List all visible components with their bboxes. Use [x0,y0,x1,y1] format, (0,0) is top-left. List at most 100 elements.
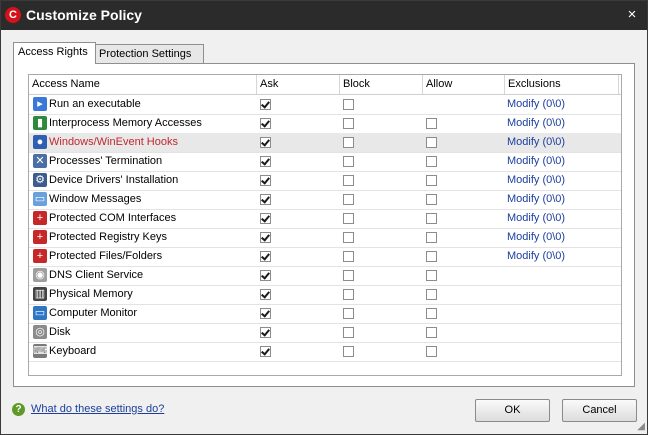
physical-memory-icon: ▥ [33,287,47,301]
access-name-label: Disk [49,326,71,338]
table-row[interactable]: + Protected COM Interfaces Modify (0\0) [29,209,621,229]
access-name-label: Protected Registry Keys [49,231,167,243]
table-row[interactable]: ● Windows/WinEvent Hooks Modify (0\0) [29,133,621,153]
block-checkbox[interactable] [343,232,354,243]
table-row[interactable]: ◎ Disk [29,323,621,343]
block-checkbox[interactable] [343,251,354,262]
title-bar[interactable]: C Customize Policy × [1,1,647,30]
customize-policy-window: C Customize Policy × Access Rights Prote… [0,0,648,435]
ask-checkbox[interactable] [260,270,271,281]
exclusions-modify-link[interactable]: Modify (0\0) [507,152,565,171]
allow-checkbox[interactable] [426,232,437,243]
block-checkbox[interactable] [343,194,354,205]
block-checkbox[interactable] [343,308,354,319]
allow-checkbox[interactable] [426,137,437,148]
block-checkbox[interactable] [343,99,354,110]
ask-checkbox[interactable] [260,289,271,300]
exclusions-modify-link[interactable]: Modify (0\0) [507,209,565,228]
block-checkbox[interactable] [343,289,354,300]
block-checkbox[interactable] [343,118,354,129]
allow-checkbox[interactable] [426,289,437,300]
ask-checkbox[interactable] [260,194,271,205]
allow-checkbox[interactable] [426,346,437,357]
column-header-access-name[interactable]: Access Name [29,75,257,94]
keyboard-icon: ⌨ [33,344,49,358]
exclusions-modify-link[interactable]: Modify (0\0) [507,171,565,190]
comodo-logo-icon: C [5,7,21,23]
ok-button[interactable]: OK [475,399,550,422]
tab-access-rights[interactable]: Access Rights [13,42,96,64]
table-row[interactable]: ⚙ Device Drivers' Installation Modify (0\0… [29,171,621,191]
allow-checkbox[interactable] [426,327,437,338]
exclusions-modify-link[interactable]: Modify (0\0) [507,228,565,247]
allow-checkbox[interactable] [426,213,437,224]
device-driver-icon: ⚙ [33,173,47,187]
exclusions-modify-link[interactable]: Modify (0\0) [507,247,565,266]
block-checkbox[interactable] [343,175,354,186]
ask-checkbox[interactable] [260,137,271,148]
ask-checkbox[interactable] [260,99,271,110]
ask-checkbox[interactable] [260,308,271,319]
column-header-block[interactable]: Block [340,75,423,94]
resize-grip-icon[interactable]: ◢ [635,422,645,432]
table-row[interactable]: ✕ Processes' Termination Modify (0\0) [29,152,621,172]
column-header-exclusions[interactable]: Exclusions [505,75,619,94]
allow-checkbox[interactable] [426,194,437,205]
access-name-cell: ▭ Computer Monitor [31,304,257,323]
access-name-label: Computer Monitor [49,307,138,319]
access-name-cell: + Protected Registry Keys [31,228,257,247]
table-row[interactable]: ▥ Physical Memory [29,285,621,305]
executable-icon: ▸ [33,97,47,111]
access-name-label: Window Messages [49,193,142,205]
table-row[interactable]: ▮ Interprocess Memory Accesses Modify (0\0… [29,114,621,134]
allow-checkbox[interactable] [426,175,437,186]
ask-checkbox[interactable] [260,232,271,243]
table-row[interactable]: + Protected Files/Folders Modify (0\0) [29,247,621,267]
access-name-cell: ◉ DNS Client Service [31,266,257,285]
files-folders-icon: + [33,249,47,263]
block-checkbox[interactable] [343,137,354,148]
ask-checkbox[interactable] [260,156,271,167]
ask-checkbox[interactable] [260,251,271,262]
table-row[interactable]: ▸ Run an executable Modify (0\0) [29,95,621,115]
table-row[interactable]: ▭ Computer Monitor [29,304,621,324]
column-header-allow[interactable]: Allow [423,75,505,94]
help-link[interactable]: What do these settings do? [31,403,164,415]
block-checkbox[interactable] [343,213,354,224]
table-row[interactable]: ◉ DNS Client Service [29,266,621,286]
access-rights-panel: Access Name Ask Block Allow Exclusions ▸… [13,63,635,387]
exclusions-modify-link[interactable]: Modify (0\0) [507,190,565,209]
allow-checkbox[interactable] [426,251,437,262]
block-checkbox[interactable] [343,327,354,338]
close-button[interactable]: × [623,6,641,24]
table-row[interactable]: + Protected Registry Keys Modify (0\0) [29,228,621,248]
access-name-cell: ● Windows/WinEvent Hooks [31,133,257,152]
window-messages-icon: ▭ [33,192,47,206]
ask-checkbox[interactable] [260,213,271,224]
table-row[interactable]: ⌨ Keyboard [29,342,621,362]
allow-checkbox[interactable] [426,270,437,281]
access-name-label: Windows/WinEvent Hooks [49,136,178,148]
allow-checkbox[interactable] [426,308,437,319]
cancel-button[interactable]: Cancel [562,399,637,422]
block-checkbox[interactable] [343,346,354,357]
allow-checkbox[interactable] [426,118,437,129]
ask-checkbox[interactable] [260,175,271,186]
exclusions-modify-link[interactable]: Modify (0\0) [507,95,565,114]
exclusions-modify-link[interactable]: Modify (0\0) [507,114,565,133]
registry-keys-icon: + [33,230,47,244]
block-checkbox[interactable] [343,270,354,281]
access-name-cell: ⚙ Device Drivers' Installation [31,171,257,190]
access-name-cell: ▥ Physical Memory [31,285,257,304]
access-name-cell: ▭ Window Messages [31,190,257,209]
tab-protection-settings[interactable]: Protection Settings [94,44,204,64]
ask-checkbox[interactable] [260,118,271,129]
ask-checkbox[interactable] [260,346,271,357]
allow-checkbox[interactable] [426,156,437,167]
column-header-ask[interactable]: Ask [257,75,340,94]
table-row[interactable]: ▭ Window Messages Modify (0\0) [29,190,621,210]
block-checkbox[interactable] [343,156,354,167]
access-name-label: Device Drivers' Installation [49,174,179,186]
exclusions-modify-link[interactable]: Modify (0\0) [507,133,565,152]
ask-checkbox[interactable] [260,327,271,338]
